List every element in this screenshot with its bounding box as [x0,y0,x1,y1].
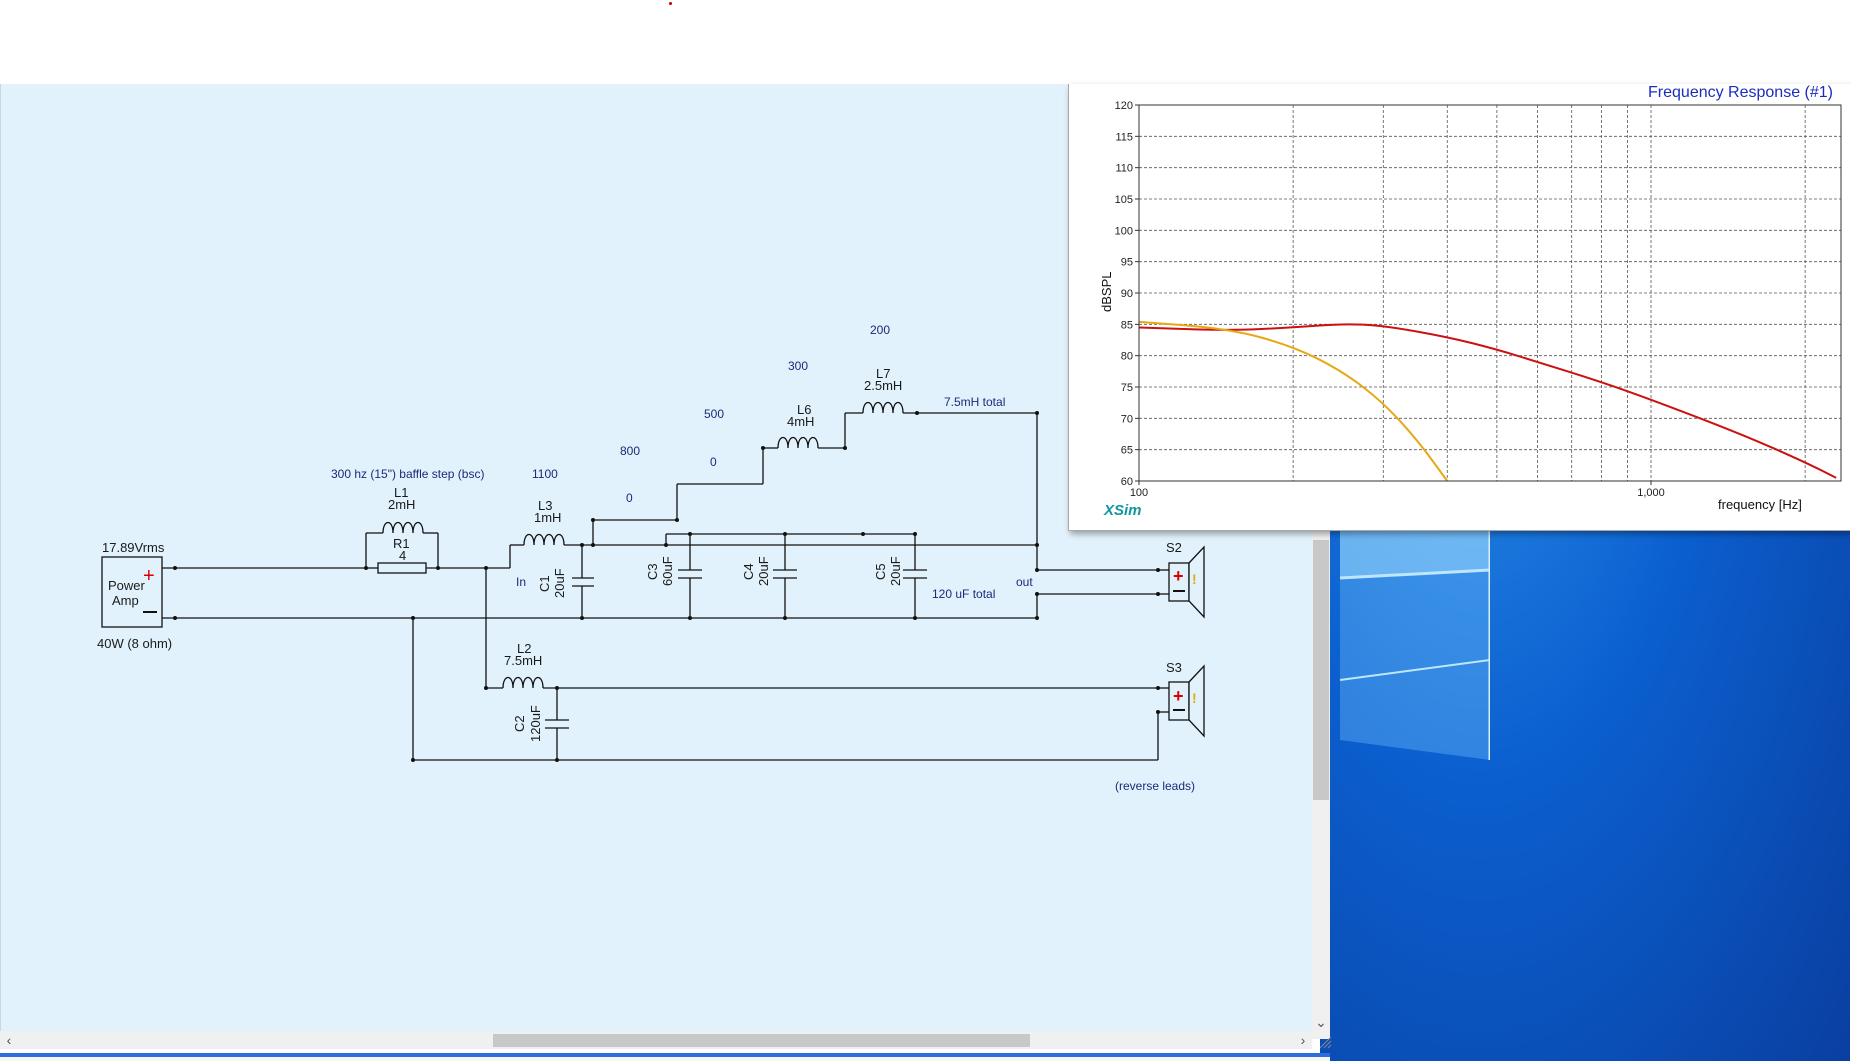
scroll-down-arrow-icon[interactable]: ⌄ [1312,1013,1330,1031]
l2-value: 7.5mH [504,653,542,668]
resize-grip-icon[interactable] [1318,1035,1332,1049]
y-tick-label: 65 [1121,445,1133,457]
c1-value: 20uF [552,568,567,598]
c2-value: 120uF [528,705,543,742]
frequency-response-window[interactable]: Frequency Response (#1) 60 65 70 75 80 85 90 95… [1068,84,1850,531]
freq-500-note: 500 [704,407,724,421]
xsim-logo: XSim [1104,502,1142,519]
y-axis-label: dBSPL [1099,272,1114,312]
y-tick-label: 85 [1121,319,1133,331]
s2-warning-icon: ! [1192,571,1197,587]
c1-name: C1 [537,575,552,592]
zero-note-a: 0 [626,491,633,505]
y-tick-label: 95 [1121,257,1133,269]
y-tick-label: 100 [1115,225,1133,237]
y-tick-label: 110 [1115,163,1133,175]
c5-name: C5 [873,563,888,580]
amp-voltage-label: 17.89Vrms [102,540,165,555]
y-tick-label: 115 [1115,131,1133,143]
baffle-step-note: 300 hz (15") baffle step (bsc) [331,467,484,481]
amp-label-2: Amp [112,593,139,608]
c3-value: 60uF [660,556,675,586]
s2-name: S2 [1166,540,1182,555]
scroll-left-arrow-icon[interactable]: ‹ [0,1031,18,1049]
zero-note-b: 0 [710,455,717,469]
amp-label-1: Power [108,578,146,593]
x-tick-label: 1,000 [1637,487,1665,499]
l1-value: 2mH [388,497,415,512]
c4-value: 20uF [756,556,771,586]
in-label: In [516,575,526,589]
inductor-l3[interactable] [523,533,565,546]
l7-value: 2.5mH [864,378,902,393]
l3-value: 1mH [534,510,561,525]
s3-plus-icon: + [1173,686,1184,706]
l6-value: 4mH [787,414,814,429]
cursor-dot [669,2,672,5]
windows-logo-icon [1339,530,1490,760]
x-axis-label: frequency [Hz] [1718,497,1802,512]
resistor-r1[interactable] [377,562,427,574]
y-tick-label: 120 [1115,100,1133,112]
series-line-1 [1138,323,1837,479]
s3-warning-icon: ! [1192,690,1197,706]
horizontal-scroll-thumb[interactable] [493,1034,1030,1047]
r1-value: 4 [399,548,406,563]
scroll-right-arrow-icon[interactable]: › [1294,1031,1312,1049]
top-blank-area [0,0,1850,84]
c3-name: C3 [645,563,660,580]
y-tick-label: 70 [1121,413,1133,425]
amp-rating-label: 40W (8 ohm) [97,636,172,651]
vertical-scroll-thumb[interactable] [1313,540,1329,800]
total-inductance-note: 7.5mH total [944,395,1005,409]
y-tick-label: 75 [1121,382,1133,394]
y-tick-label: 80 [1121,351,1133,363]
freq-1100-note: 1100 [532,467,558,481]
frequency-response-chart: 6065707580859095100105110115120100 1,000 … [1099,100,1842,512]
s3-name: S3 [1166,660,1182,675]
taskbar-strip [0,1057,1330,1061]
inductor-l7[interactable] [862,401,904,414]
c4-name: C4 [741,563,756,580]
freq-800-note: 800 [620,444,640,458]
y-tick-label: 90 [1121,288,1133,300]
s2-plus-icon: + [1173,566,1184,586]
c5-value: 20uF [888,556,903,586]
inductor-l2[interactable] [502,676,544,689]
total-capacitance-note: 120 uF total [932,587,995,601]
y-tick-label: 105 [1115,194,1133,206]
inductor-l6[interactable] [777,436,819,449]
x-tick-label: 100 [1130,487,1148,499]
out-label: out [1016,575,1033,589]
c2-name: C2 [512,715,527,732]
inductor-l1[interactable] [382,521,424,534]
reverse-leads-note: (reverse leads) [1115,779,1195,793]
freq-300-note: 300 [788,359,808,373]
freq-200-note: 200 [870,323,890,337]
